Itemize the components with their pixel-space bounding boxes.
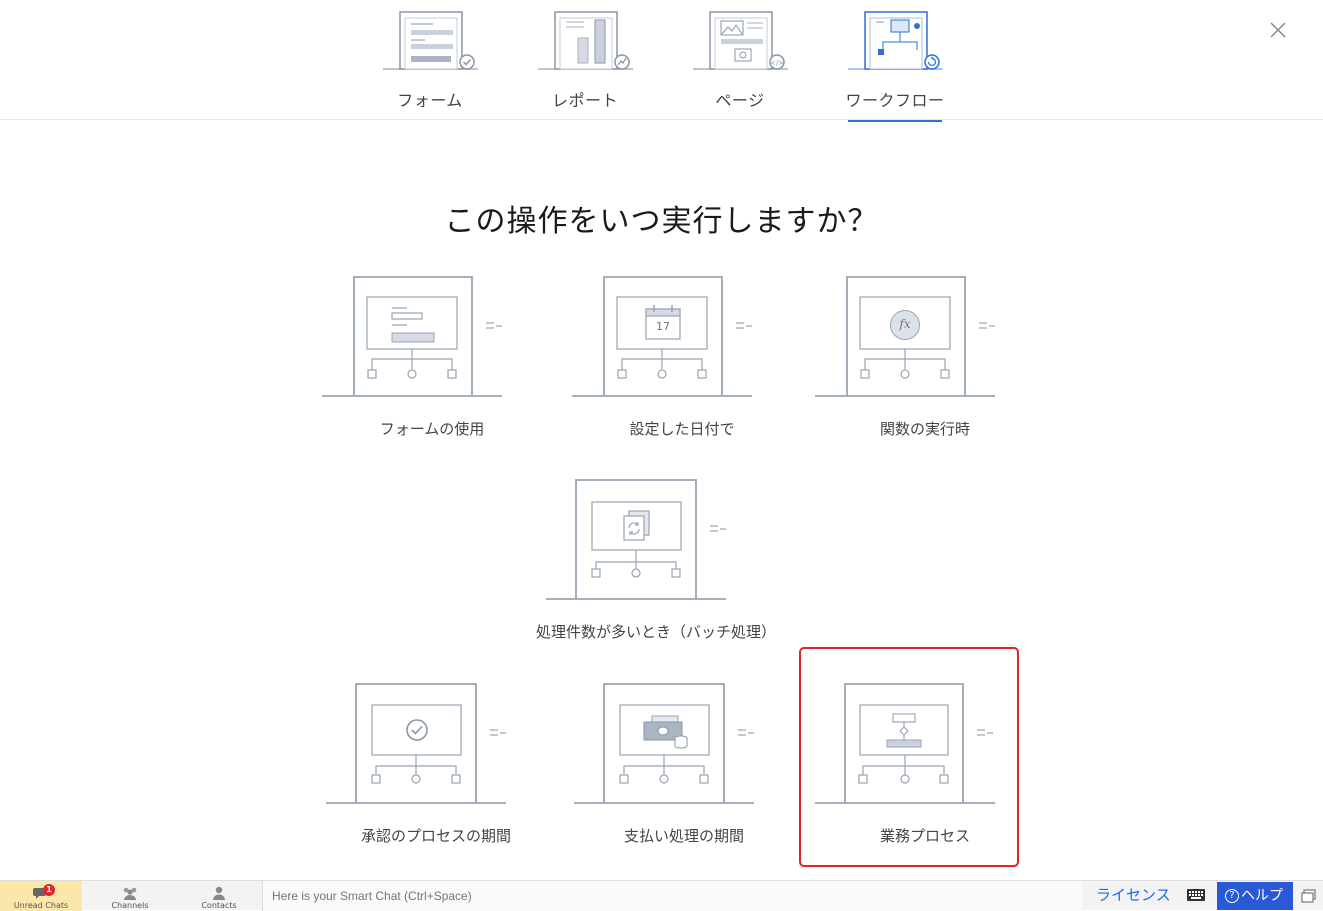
channels-label: Channels	[111, 901, 149, 910]
trigger-card-frame	[815, 276, 995, 397]
tab-page[interactable]: </> ページ	[685, 0, 795, 120]
trigger-card-frame	[546, 479, 726, 600]
trigger-card-label: 関数の実行時	[879, 420, 970, 438]
chat-window-icon[interactable]	[1301, 889, 1317, 903]
channels-button[interactable]: Channels	[86, 881, 174, 911]
tab-form-label: フォーム	[397, 91, 463, 110]
unread-chats-label: Unread Chats	[13, 901, 69, 910]
tab-workflow[interactable]: ワークフロー	[840, 0, 950, 122]
tab-report[interactable]: レポート	[530, 0, 640, 120]
keyboard-icon[interactable]	[1186, 888, 1206, 902]
workflow-icon	[848, 11, 943, 70]
close-button[interactable]	[1266, 18, 1290, 42]
form-icon	[383, 11, 478, 70]
function-symbol: fx	[899, 317, 911, 331]
trigger-card-payment[interactable]: 支払い処理の期間	[574, 682, 794, 862]
trigger-card-frame	[326, 683, 506, 804]
license-link[interactable]: ライセンス	[1096, 881, 1171, 910]
svg-text:</>: </>	[770, 59, 784, 67]
close-icon	[1270, 22, 1286, 38]
report-icon	[538, 11, 633, 70]
channels-icon	[123, 887, 137, 900]
tab-workflow-label: ワークフロー	[845, 91, 945, 110]
unread-count-badge: 1	[43, 884, 55, 896]
contacts-label: Contacts	[201, 901, 237, 910]
trigger-card-label: 処理件数が多いとき（バッチ処理）	[535, 623, 776, 641]
batch-refresh-icon	[623, 510, 650, 541]
business-process-icon	[886, 713, 922, 748]
unread-chats-button[interactable]: 1 Unread Chats	[0, 881, 82, 911]
calendar-icon: 17	[645, 304, 681, 340]
trigger-card-frame	[815, 683, 995, 804]
form-usage-icon	[391, 307, 435, 343]
help-button[interactable]: ? ヘルプ	[1217, 882, 1293, 910]
page-icon: </>	[693, 11, 788, 70]
bottom-bar: 1 Unread Chats Channels Contacts ライセンス ?…	[0, 880, 1323, 911]
smart-chat-input[interactable]	[262, 881, 1082, 911]
trigger-card-batch[interactable]: 処理件数が多いとき（バッチ処理）	[536, 478, 776, 658]
function-icon: fx	[890, 310, 920, 340]
trigger-card-scheduled-date[interactable]: 17 設定した日付で	[572, 275, 792, 455]
payment-money-icon	[643, 715, 688, 749]
help-question-icon: ?	[1225, 889, 1239, 903]
calendar-day: 17	[656, 320, 670, 333]
trigger-card-business-process[interactable]: 業務プロセス	[815, 682, 1035, 862]
page-title: この操作をいつ実行しますか？	[444, 204, 879, 239]
contacts-icon	[213, 886, 225, 900]
tab-page-label: ページ	[715, 91, 765, 110]
active-tab-indicator	[848, 120, 942, 122]
trigger-card-form-usage[interactable]: フォームの使用	[322, 275, 542, 455]
builder-type-tabs: フォーム レポート </> ページ ワークフロー	[0, 0, 1323, 122]
tab-report-label: レポート	[551, 91, 618, 110]
trigger-card-function[interactable]: fx 関数の実行時	[815, 275, 1035, 455]
trigger-card-frame	[572, 276, 752, 397]
trigger-card-approval[interactable]: 承認のプロセスの期間	[326, 682, 546, 862]
approval-check-icon	[406, 719, 428, 741]
trigger-card-label: 業務プロセス	[879, 827, 970, 845]
tab-form[interactable]: フォーム	[375, 0, 485, 120]
contacts-button[interactable]: Contacts	[175, 881, 263, 911]
help-button-label: ヘルプ	[1241, 888, 1283, 904]
